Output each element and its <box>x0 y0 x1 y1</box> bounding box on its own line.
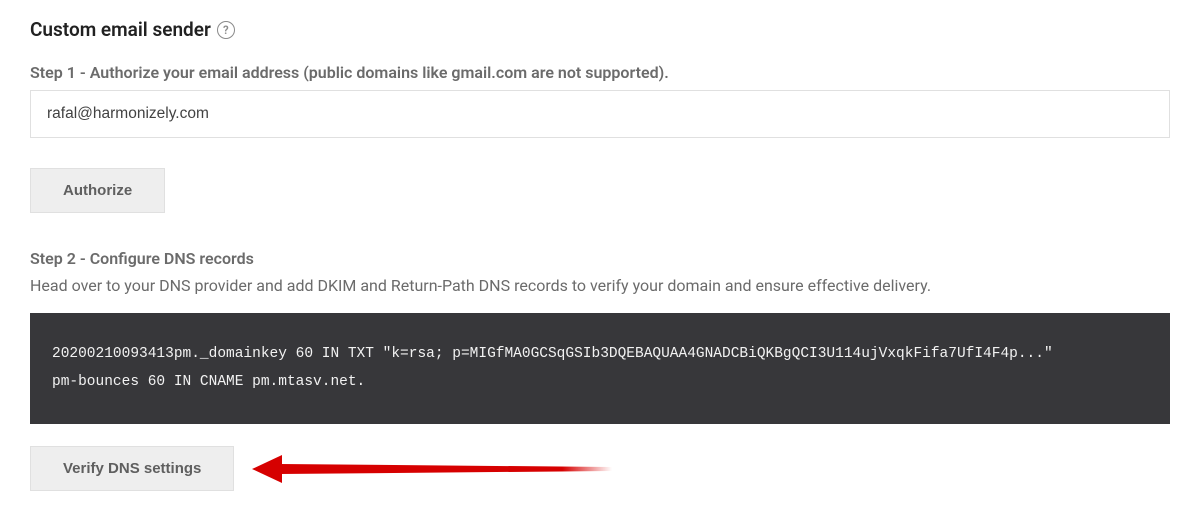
section-title-row: Custom email sender ? <box>30 18 1170 41</box>
authorize-button[interactable]: Authorize <box>30 168 165 213</box>
step2-label: Step 2 - Configure DNS records <box>30 249 1170 268</box>
email-input[interactable] <box>30 90 1170 138</box>
arrow-icon <box>252 452 612 486</box>
section-title: Custom email sender <box>30 18 211 41</box>
step2-block: Step 2 - Configure DNS records Head over… <box>30 249 1170 491</box>
verify-row: Verify DNS settings <box>30 446 1170 491</box>
verify-dns-button[interactable]: Verify DNS settings <box>30 446 234 491</box>
step2-description: Head over to your DNS provider and add D… <box>30 276 1170 295</box>
step1-block: Step 1 - Authorize your email address (p… <box>30 63 1170 213</box>
dns-records-code[interactable]: 20200210093413pm._domainkey 60 IN TXT "k… <box>30 313 1170 424</box>
step1-label: Step 1 - Authorize your email address (p… <box>30 63 1170 82</box>
help-icon[interactable]: ? <box>217 21 235 39</box>
